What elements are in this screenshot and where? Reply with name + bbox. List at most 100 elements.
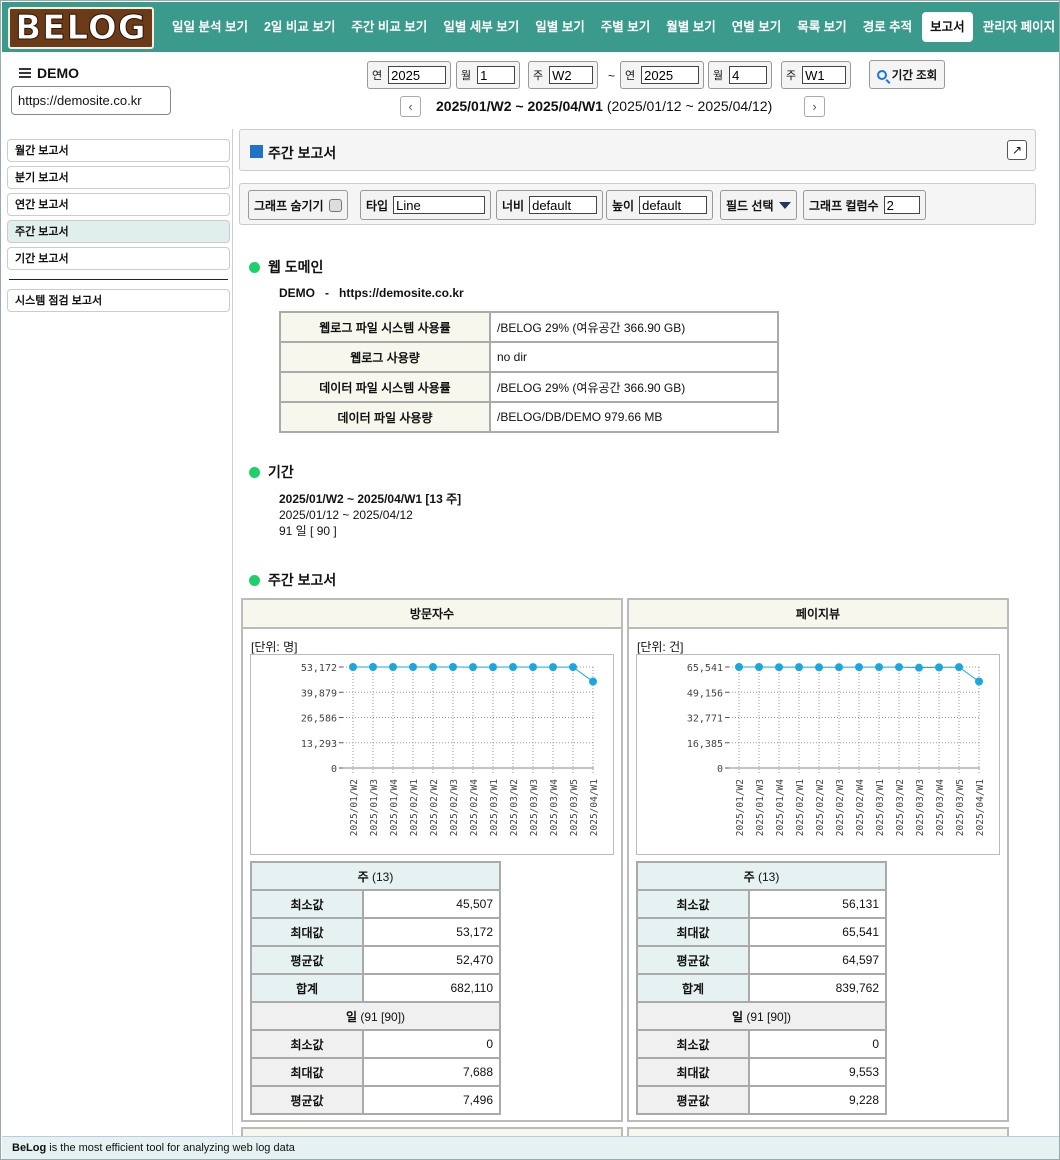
hide-graph-checkbox[interactable] — [328, 198, 342, 212]
stats-key: 최소값 — [250, 1029, 364, 1059]
chart-title: 방문자수 — [243, 600, 621, 629]
nav-item[interactable]: 일별 보기 — [527, 12, 592, 42]
from-year-input[interactable] — [388, 66, 447, 84]
filesystem-row: 웹로그 파일 시스템 사용률/BELOG 29% (여유공간 366.90 GB… — [279, 311, 779, 343]
nav-item[interactable]: 목록 보기 — [789, 12, 854, 42]
data-point[interactable] — [775, 663, 783, 672]
columns-input[interactable] — [883, 196, 920, 214]
data-point[interactable] — [815, 663, 823, 672]
filesystem-key: 데이터 파일 시스템 사용률 — [279, 371, 491, 403]
data-point[interactable] — [529, 663, 537, 672]
data-point[interactable] — [489, 663, 497, 672]
nav-item[interactable]: 일일 분석 보기 — [164, 12, 256, 42]
data-point[interactable] — [449, 663, 457, 671]
nav-item[interactable]: 관리자 페이지 — [975, 12, 1059, 42]
y-tick-label: 16,385 — [687, 739, 723, 750]
site-url-field[interactable]: https://demosite.co.kr — [11, 86, 171, 115]
sidebar-item[interactable]: 기간 보고서 — [7, 247, 230, 270]
sidebar-item[interactable]: 연간 보고서 — [7, 193, 230, 216]
x-tick-label: 2025/02/W2 — [815, 779, 826, 836]
data-point[interactable] — [915, 663, 923, 672]
belog-logo[interactable]: BELOG — [8, 7, 154, 49]
search-icon — [876, 69, 887, 80]
nav-item[interactable]: 일별 세부 보기 — [435, 12, 527, 42]
data-point[interactable] — [469, 663, 477, 672]
nav-item[interactable]: 2일 비교 보기 — [256, 12, 343, 42]
period-search-button[interactable]: 기간 조회 — [869, 60, 945, 89]
data-point[interactable] — [935, 663, 943, 672]
from-week-input[interactable] — [549, 66, 594, 84]
chevron-right-icon: › — [812, 99, 817, 114]
stats-row: 최소값 0 — [250, 1029, 501, 1059]
nav-item[interactable]: 월별 보기 — [658, 12, 723, 42]
type-input[interactable] — [393, 196, 486, 214]
data-point[interactable] — [569, 663, 577, 672]
bullet-dot-icon — [249, 574, 260, 586]
x-tick-label: 2025/02/W4 — [855, 779, 866, 836]
data-point[interactable] — [409, 663, 417, 671]
stats-row: 최대값 53,172 — [250, 917, 501, 947]
width-input[interactable] — [529, 196, 598, 214]
data-point[interactable] — [369, 663, 377, 671]
data-point[interactable] — [835, 663, 843, 672]
sidebar-divider — [9, 279, 228, 280]
data-point[interactable] — [795, 663, 803, 672]
sidebar-item-system-check[interactable]: 시스템 점검 보고서 — [7, 289, 230, 312]
sidebar-item[interactable]: 월간 보고서 — [7, 139, 230, 162]
stats-row: 최대값 9,553 — [636, 1057, 887, 1087]
field-select-button[interactable]: 필드 선택 — [720, 190, 797, 220]
nav-item[interactable]: 주별 보기 — [593, 12, 658, 42]
data-point[interactable] — [549, 663, 557, 672]
weekly-report-title: 주간 보고서 — [268, 572, 337, 588]
height-group: 높이 — [606, 190, 714, 220]
next-period-button[interactable]: › — [804, 96, 825, 117]
to-month-input[interactable] — [729, 66, 768, 84]
menu-icon[interactable] — [19, 68, 31, 78]
hide-graph-toggle[interactable]: 그래프 숨기기 — [248, 190, 348, 220]
data-point[interactable] — [895, 663, 903, 672]
data-point[interactable] — [975, 677, 983, 686]
report-square-icon — [250, 145, 263, 158]
footer-text: is the most efficient tool for analyzing… — [46, 1142, 295, 1154]
external-link-icon[interactable]: ↗ — [1007, 140, 1027, 160]
stats-value: 7,688 — [362, 1057, 501, 1087]
filesystem-key: 데이터 파일 사용량 — [279, 401, 491, 433]
data-point[interactable] — [429, 663, 437, 671]
stats-week-header: 주 (13) — [636, 861, 887, 891]
to-year-input[interactable] — [641, 66, 700, 84]
data-point[interactable] — [755, 663, 763, 671]
sidebar-item[interactable]: 분기 보고서 — [7, 166, 230, 189]
stats-value: 9,553 — [748, 1057, 887, 1087]
prev-period-button[interactable]: ‹ — [400, 96, 421, 117]
line-chart-svg: 0 16,385 32,771 49,156 65,541 2025/01/W2 2025/… — [687, 663, 986, 836]
data-point[interactable] — [735, 663, 743, 671]
nav-item[interactable]: 경로 추적 — [855, 12, 920, 42]
x-tick-label: 2025/04/W1 — [975, 779, 986, 836]
app-frame: BELOG 일일 분석 보기 2일 비교 보기 주간 비교 보기 일별 세부 보기 일별… — [0, 0, 1060, 1160]
to-year-group: 연 — [620, 61, 705, 89]
data-point[interactable] — [589, 677, 597, 686]
data-point[interactable] — [509, 663, 517, 672]
data-point[interactable] — [875, 663, 883, 672]
height-input[interactable] — [639, 196, 708, 214]
stats-value: 9,228 — [748, 1085, 887, 1115]
web-domain-heading: 웹 도메인 — [249, 257, 323, 277]
from-week-label: 주 — [533, 70, 544, 82]
y-tick-label: 32,771 — [687, 714, 723, 725]
x-tick-label: 2025/02/W4 — [469, 779, 480, 836]
nav-item[interactable]: 보고서 — [922, 12, 973, 42]
site-name: DEMO — [37, 65, 79, 81]
x-tick-label: 2025/03/W5 — [955, 779, 966, 836]
from-month-input[interactable] — [477, 66, 516, 84]
data-point[interactable] — [955, 663, 963, 672]
site-title[interactable]: DEMO — [19, 65, 79, 81]
data-point[interactable] — [855, 663, 863, 672]
data-point[interactable] — [389, 663, 397, 671]
stats-day-label: 일 — [345, 1009, 357, 1024]
nav-item[interactable]: 연별 보기 — [724, 12, 789, 42]
data-point[interactable] — [349, 663, 357, 671]
to-week-input[interactable] — [802, 66, 847, 84]
sidebar-item[interactable]: 주간 보고서 — [7, 220, 230, 243]
filesystem-row: 웹로그 사용량 no dir — [279, 341, 779, 373]
nav-item[interactable]: 주간 비교 보기 — [343, 12, 435, 42]
